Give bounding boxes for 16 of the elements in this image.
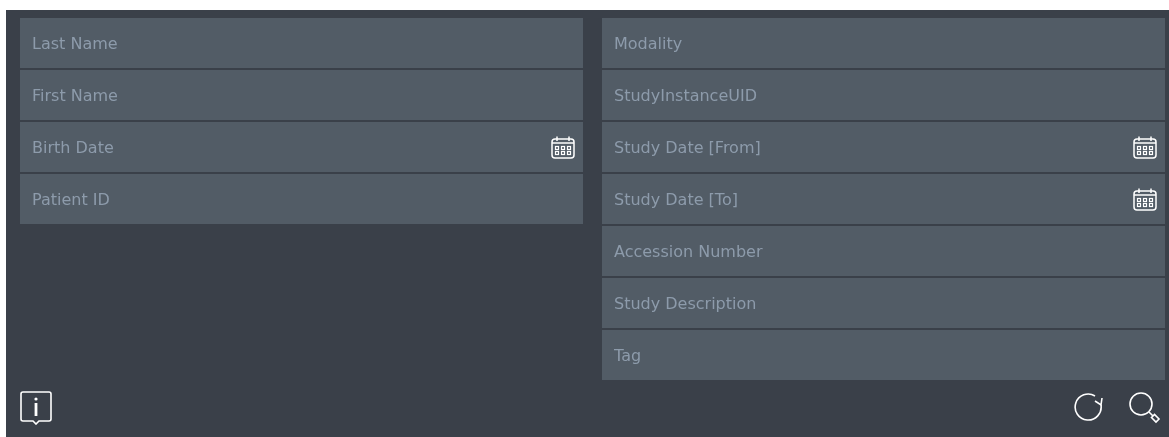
search-field[interactable]: Tag xyxy=(602,330,1165,380)
calendar-icon[interactable] xyxy=(551,135,575,159)
search-field[interactable]: First Name xyxy=(20,70,583,120)
search-field[interactable]: Study Description xyxy=(602,278,1165,328)
search-field[interactable]: Study Date [From] xyxy=(602,122,1165,172)
search-field[interactable]: Study Date [To] xyxy=(602,174,1165,224)
calendar-icon[interactable] xyxy=(1133,135,1157,159)
search-field[interactable]: Birth Date xyxy=(20,122,583,172)
search-field[interactable]: Last Name xyxy=(20,18,583,68)
search-field[interactable]: StudyInstanceUID xyxy=(602,70,1165,120)
search-field[interactable]: Accession Number xyxy=(602,226,1165,276)
search-field[interactable]: Patient ID xyxy=(20,174,583,224)
calendar-icon[interactable] xyxy=(1133,187,1157,211)
search-icon[interactable] xyxy=(1127,390,1163,426)
info-icon[interactable] xyxy=(20,391,52,425)
search-field[interactable]: Modality xyxy=(602,18,1165,68)
